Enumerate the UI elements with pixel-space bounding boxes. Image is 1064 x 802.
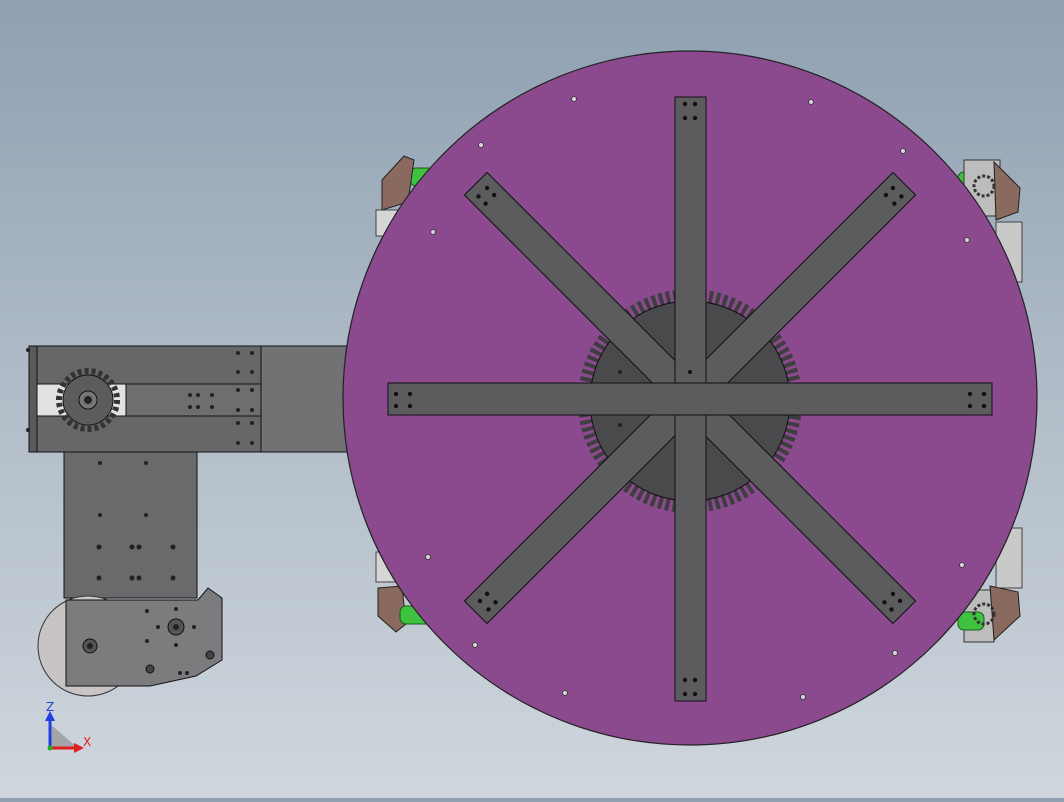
triad-plane: [50, 724, 78, 748]
frame-end-cap: [28, 345, 38, 453]
spoke-arms: [387, 96, 993, 702]
model-canvas[interactable]: Z X: [0, 0, 1064, 798]
horizontal-frame-middle: [125, 383, 262, 417]
triad-z-label: Z: [46, 700, 54, 714]
spoke-horizontal: [387, 382, 993, 416]
horizontal-frame-bottom-rail: [28, 415, 262, 453]
left-drive-assembly: [26, 345, 353, 697]
horizontal-frame-top-rail: [28, 345, 262, 385]
cad-viewport[interactable]: Z X: [0, 0, 1064, 798]
connecting-plate: [259, 345, 353, 453]
coordinate-triad: Z X: [45, 700, 91, 753]
motor-bracket: [65, 587, 223, 687]
triad-x-label: X: [83, 735, 91, 749]
